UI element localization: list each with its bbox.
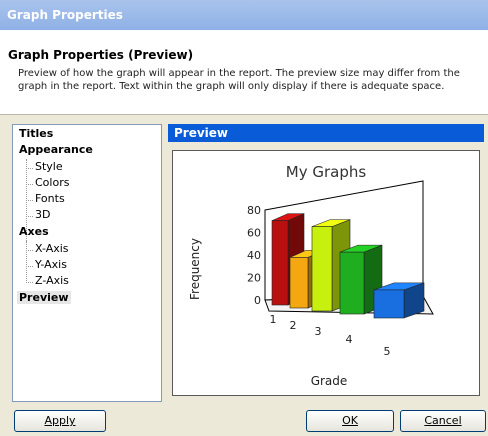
tree-item-appearance[interactable]: Appearance — [19, 143, 93, 156]
bar-front — [289, 257, 309, 309]
tree-item-axes[interactable]: Axes — [19, 225, 49, 238]
chart-title: My Graphs — [286, 163, 367, 181]
cancel-button[interactable]: Cancel — [400, 410, 486, 432]
tree-item-colors[interactable]: Colors — [35, 176, 69, 189]
tree-item-3d[interactable]: 3D — [35, 208, 50, 221]
y-tick-label: 80 — [247, 204, 261, 217]
x-axis-label: Grade — [311, 374, 348, 388]
preview-panel-title: Preview — [174, 126, 229, 140]
bar-front — [339, 251, 365, 315]
y-tick-label: 20 — [247, 272, 261, 285]
tree-item-y-axis[interactable]: Y-Axis — [35, 258, 67, 271]
x-tick-label: 3 — [315, 325, 322, 338]
y-tick-label: 40 — [247, 249, 261, 262]
graph-preview: My Graphs Frequency Grade 0 20 40 60 80 1 2 3 4 5 — [172, 150, 480, 396]
ok-button-label: OK — [342, 414, 358, 427]
bar-front — [373, 289, 405, 319]
tree-item-style[interactable]: Style — [35, 160, 63, 173]
chart-bar — [373, 282, 425, 319]
x-tick-label: 5 — [384, 345, 391, 358]
apply-button-label: Apply — [44, 414, 76, 427]
window-titlebar: Graph Properties — [0, 0, 488, 30]
bar-front — [311, 226, 333, 312]
dialog-header: Graph Properties (Preview) Preview of ho… — [0, 30, 488, 115]
tree-item-x-axis[interactable]: X-Axis — [35, 242, 69, 255]
header-title: Graph Properties (Preview) — [8, 48, 194, 62]
x-tick-label: 4 — [346, 333, 353, 346]
y-tick-label: 0 — [254, 294, 261, 307]
tree-item-titles[interactable]: Titles — [19, 127, 53, 140]
window-title: Graph Properties — [7, 8, 123, 22]
header-description: Preview of how the graph will appear in … — [18, 68, 460, 92]
apply-button[interactable]: Apply — [14, 410, 106, 432]
x-tick-label: 1 — [270, 313, 277, 326]
tree-item-z-axis[interactable]: Z-Axis — [35, 274, 69, 287]
y-tick-label: 60 — [247, 227, 261, 240]
property-tree[interactable]: Titles Appearance Style Colors Fonts 3D … — [12, 124, 162, 402]
x-tick-label: 2 — [290, 319, 297, 332]
cancel-button-label: Cancel — [424, 414, 462, 427]
bar-front — [271, 220, 289, 306]
tree-item-preview[interactable]: Preview — [17, 291, 71, 304]
preview-panel-header: Preview — [168, 124, 484, 142]
tree-item-fonts[interactable]: Fonts — [35, 192, 65, 205]
ok-button[interactable]: OK — [306, 410, 394, 432]
y-axis-label: Frequency — [188, 238, 202, 300]
bar-chart: My Graphs Frequency Grade 0 20 40 60 80 1 2 3 4 5 — [188, 163, 434, 388]
